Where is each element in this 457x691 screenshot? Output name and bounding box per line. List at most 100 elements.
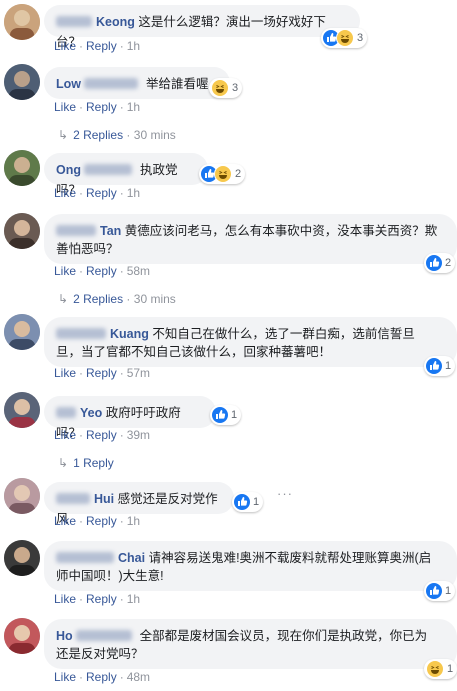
like-link[interactable]: Like	[54, 366, 76, 380]
reply-link[interactable]: Reply	[86, 514, 117, 528]
blurred-name	[56, 225, 96, 236]
timestamp[interactable]: 1h	[127, 100, 140, 114]
reaction-summary[interactable]: 1	[232, 492, 264, 512]
timestamp[interactable]: 57m	[127, 366, 150, 380]
reply-arrow-icon: ↳	[58, 128, 69, 142]
like-link[interactable]: Like	[54, 428, 76, 442]
comment-actions: Like · Reply · 1h	[54, 514, 141, 528]
comment-actions: Like · Reply · 57m	[54, 366, 151, 380]
reaction-summary[interactable]: 2	[424, 253, 456, 273]
reaction-count: 3	[232, 82, 239, 94]
reply-link[interactable]: Reply	[86, 670, 117, 684]
reply-link[interactable]: Reply	[86, 366, 117, 380]
blurred-name	[84, 78, 139, 89]
like-link[interactable]: Like	[54, 264, 76, 278]
haha-reaction-icon	[214, 165, 232, 183]
reply-arrow-icon: ↳	[58, 456, 69, 470]
reply-link[interactable]: Reply	[86, 186, 117, 200]
comment-actions: Like · Reply · 58m	[54, 264, 151, 278]
avatar[interactable]	[4, 618, 40, 654]
timestamp[interactable]: 1h	[127, 186, 140, 200]
replies-time: 30 mins	[133, 292, 176, 306]
reaction-summary[interactable]: 1	[210, 405, 242, 425]
comment-text-line2: 善怕恶吗？	[56, 242, 119, 256]
commenter-name[interactable]: Ong	[56, 163, 81, 177]
blurred-name	[56, 552, 114, 563]
like-link[interactable]: Like	[54, 514, 76, 528]
reply-link[interactable]: Reply	[86, 100, 117, 114]
commenter-name[interactable]: Hui	[94, 492, 114, 506]
haha-reaction-icon	[336, 29, 354, 47]
comment-actions: Like · Reply · 1h	[54, 100, 141, 114]
like-link[interactable]: Like	[54, 592, 76, 606]
comment-text-line1: 不知自己在做什么，选了一群白痴，选前信誓旦	[152, 327, 415, 341]
comment-actions: Like · Reply · 48m	[54, 670, 151, 684]
timestamp[interactable]: 48m	[127, 670, 150, 684]
comment-bubble: Keong 这是什么逻辑？演出一场好戏好下台？	[44, 5, 360, 49]
reply-link[interactable]: Reply	[86, 264, 117, 278]
commenter-name[interactable]: Ho	[56, 629, 73, 643]
reaction-summary[interactable]: 1	[424, 581, 456, 601]
timestamp[interactable]: 1h	[127, 592, 140, 606]
avatar[interactable]	[4, 64, 40, 100]
reaction-count: 3	[357, 32, 364, 44]
avatar[interactable]	[4, 478, 40, 514]
reaction-count: 1	[253, 496, 260, 508]
like-reaction-icon	[212, 407, 228, 423]
reply-link[interactable]: Reply	[86, 592, 117, 606]
reaction-count: 1	[445, 585, 452, 597]
blurred-name	[56, 16, 92, 27]
timestamp[interactable]: 39m	[127, 428, 150, 442]
commenter-name[interactable]: Tan	[100, 224, 121, 238]
commenter-name[interactable]: Keong	[96, 15, 135, 29]
avatar[interactable]	[4, 314, 40, 350]
timestamp[interactable]: 1h	[127, 514, 140, 528]
replies-count-label[interactable]: 2 Replies	[73, 292, 123, 306]
reaction-summary[interactable]: 3	[321, 28, 368, 48]
reply-link[interactable]: Reply	[86, 39, 117, 53]
replies-time: 30 mins	[133, 128, 176, 142]
reaction-count: 1	[445, 360, 452, 372]
reaction-summary[interactable]: 1	[424, 659, 457, 679]
view-replies-link[interactable]: ↳ 2 Replies · 30 mins	[58, 128, 176, 142]
view-replies-link[interactable]: ↳ 1 Reply	[58, 456, 114, 470]
like-link[interactable]: Like	[54, 100, 76, 114]
avatar[interactable]	[4, 213, 40, 249]
comment-text-line1: 请神容易送鬼难!奥洲不载废料就帮处理账算奥洲(启	[148, 551, 432, 565]
more-options-icon[interactable]: ···	[277, 486, 293, 501]
reply-arrow-icon: ↳	[58, 292, 69, 306]
comment-bubble: Ong 执政党吗？	[44, 153, 208, 197]
comment-text-line1: 全部都是废材国会议员，现在你们是执政党，你已为	[139, 629, 428, 643]
comment-text-line2: 还是反对党吗？	[56, 647, 144, 661]
reply-link[interactable]: Reply	[86, 428, 117, 442]
like-link[interactable]: Like	[54, 670, 76, 684]
commenter-name[interactable]: Kuang	[110, 327, 149, 341]
comment-bubble: Low 举给誰看喔	[44, 67, 230, 99]
like-reaction-icon	[426, 583, 442, 599]
comment-actions: Like · Reply · 39m	[54, 428, 151, 442]
reaction-summary[interactable]: 3	[209, 78, 243, 98]
avatar[interactable]	[4, 392, 40, 428]
comment-bubble: Ho 全部都是废材国会议员，现在你们是执政党，你已为 还是反对党吗？	[44, 619, 457, 669]
like-link[interactable]: Like	[54, 186, 76, 200]
avatar[interactable]	[4, 540, 40, 576]
reaction-count: 1	[231, 409, 238, 421]
replies-count-label[interactable]: 1 Reply	[73, 456, 114, 470]
reaction-summary[interactable]: 1	[424, 356, 456, 376]
avatar[interactable]	[4, 150, 40, 186]
comment-bubble: Yeo 政府吁吁政府吗？	[44, 396, 216, 440]
commenter-name[interactable]: Low	[56, 77, 81, 91]
like-reaction-icon	[234, 494, 250, 510]
replies-count-label[interactable]: 2 Replies	[73, 128, 123, 142]
view-replies-link[interactable]: ↳ 2 Replies · 30 mins	[58, 292, 176, 306]
avatar[interactable]	[4, 4, 40, 40]
blurred-name	[76, 630, 133, 641]
commenter-name[interactable]: Chai	[118, 551, 145, 565]
blurred-name	[56, 328, 106, 339]
like-link[interactable]: Like	[54, 39, 76, 53]
reaction-summary[interactable]: 2	[199, 164, 246, 184]
comment-actions: Like · Reply · 1h	[54, 186, 141, 200]
timestamp[interactable]: 1h	[127, 39, 140, 53]
timestamp[interactable]: 58m	[127, 264, 150, 278]
commenter-name[interactable]: Yeo	[80, 406, 102, 420]
